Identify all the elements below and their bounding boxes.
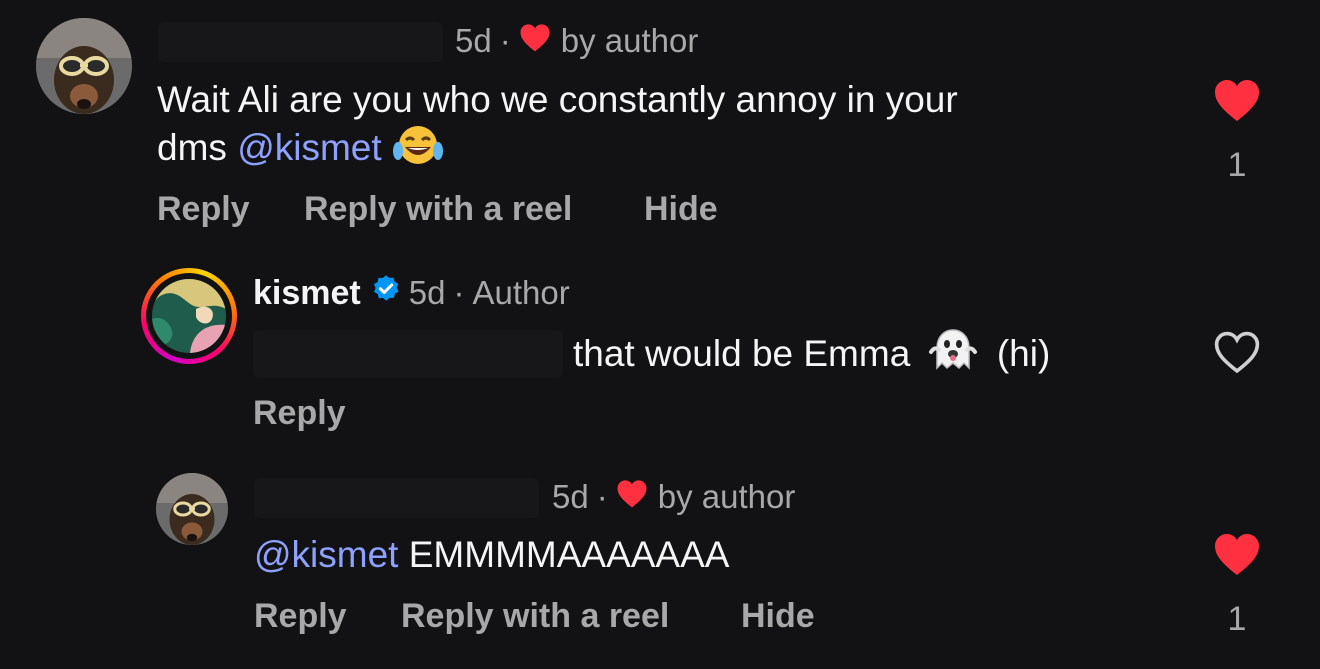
author-reply-actions: Reply xyxy=(253,394,453,438)
redacted-username xyxy=(158,22,443,62)
comment-actions: Reply Reply with a reel Hide xyxy=(157,190,857,234)
commenter-avatar[interactable] xyxy=(156,473,228,545)
comment-text-line1: Wait Ali are you who we constantly annoy… xyxy=(157,79,958,120)
reply-text-suffix: (hi) xyxy=(996,333,1051,374)
redacted-mention xyxy=(253,330,563,378)
hide-button[interactable]: Hide xyxy=(644,190,718,229)
hide-button[interactable]: Hide xyxy=(741,597,815,636)
dog-avatar-image xyxy=(156,473,228,545)
laughing-crying-emoji-icon xyxy=(392,124,444,178)
meta-separator: · xyxy=(453,274,465,311)
comment-text-line2: dms @kismet xyxy=(157,124,958,178)
liked-by-author-label: by author xyxy=(560,22,699,59)
reply-with-reel-button[interactable]: Reply with a reel xyxy=(304,190,572,229)
meta-separator: · xyxy=(499,22,511,59)
author-label: Author xyxy=(472,274,570,311)
like-button[interactable] xyxy=(1212,532,1262,578)
reply-button[interactable]: Reply xyxy=(253,394,346,433)
like-button[interactable] xyxy=(1212,330,1262,374)
comment-text-body: EMMMMAAAAAAA xyxy=(398,534,730,575)
outline-heart-icon xyxy=(1214,331,1260,374)
meta-separator: · xyxy=(596,478,608,515)
comment-time: 5d xyxy=(552,478,589,515)
verified-badge-icon xyxy=(371,274,401,313)
author-header: kismet 5d · Author xyxy=(253,272,570,314)
dog-avatar-image xyxy=(36,18,132,114)
redacted-username xyxy=(254,478,539,518)
comment-meta: 5d · by author xyxy=(455,20,698,62)
ghost-emoji-icon xyxy=(927,328,979,384)
author-reply-text: that would be Emma (hi) xyxy=(573,328,1050,384)
small-heart-icon xyxy=(616,478,648,516)
comment-text: @kismet EMMMMAAAAAAA xyxy=(254,531,729,579)
liked-by-author-label: by author xyxy=(657,478,796,515)
comment-text: Wait Ali are you who we constantly annoy… xyxy=(157,76,958,178)
kismet-logo-icon xyxy=(152,279,226,353)
comment-time: 5d xyxy=(455,22,492,59)
like-count[interactable]: 1 xyxy=(1217,146,1257,185)
small-heart-icon xyxy=(519,22,551,60)
comment-actions: Reply Reply with a reel Hide xyxy=(254,597,954,641)
author-comment-time: 5d xyxy=(408,274,446,311)
like-count[interactable]: 1 xyxy=(1217,600,1257,639)
author-avatar[interactable] xyxy=(141,268,237,364)
author-username[interactable]: kismet xyxy=(253,274,361,313)
comment-meta: 5d · by author xyxy=(552,476,795,518)
reply-text: that would be Emma xyxy=(573,333,911,374)
mention-link[interactable]: @kismet xyxy=(237,127,381,168)
mention-link[interactable]: @kismet xyxy=(254,534,398,575)
reply-button[interactable]: Reply xyxy=(157,190,250,229)
comment-text-prefix: dms xyxy=(157,127,238,168)
like-button[interactable] xyxy=(1212,78,1262,124)
reply-button[interactable]: Reply xyxy=(254,597,347,636)
commenter-avatar[interactable] xyxy=(36,18,132,114)
filled-heart-icon xyxy=(1215,534,1259,575)
filled-heart-icon xyxy=(1215,80,1259,121)
reply-with-reel-button[interactable]: Reply with a reel xyxy=(401,597,669,636)
